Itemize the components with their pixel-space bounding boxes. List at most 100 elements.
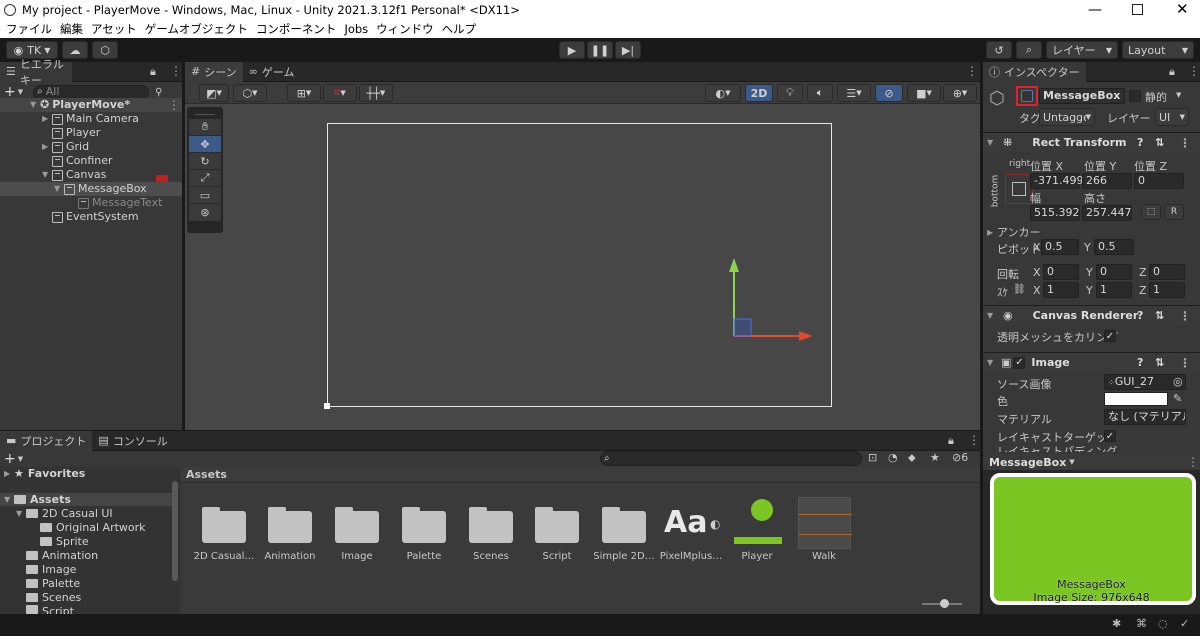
- more-icon[interactable]: ⋮: [1179, 356, 1191, 370]
- status-ok-icon[interactable]: ✓: [1180, 617, 1189, 630]
- pause-button[interactable]: ❚❚: [587, 41, 613, 59]
- tree-item-palette[interactable]: Palette: [26, 577, 80, 590]
- menu-window[interactable]: ウィンドウ: [376, 21, 434, 37]
- tab-scene[interactable]: # シーン: [185, 61, 243, 82]
- hierarchy-item-grid[interactable]: ▶ Grid: [42, 140, 89, 154]
- layers-dropdown[interactable]: レイヤー ▼: [1046, 41, 1118, 59]
- preset-icon[interactable]: ⇅: [1155, 356, 1164, 369]
- help-icon[interactable]: ?: [1137, 136, 1143, 149]
- hidden-objects-button[interactable]: ⊘: [875, 84, 903, 102]
- tree-item-2d-casual-ui[interactable]: ▼ 2D Casual UI: [16, 507, 113, 520]
- anchor-preset-button[interactable]: [1005, 174, 1033, 204]
- rot-y-input[interactable]: 0: [1096, 264, 1132, 280]
- layout-dropdown[interactable]: Layout ▼: [1122, 41, 1194, 59]
- scale-y-input[interactable]: 1: [1096, 282, 1132, 298]
- expand-icon[interactable]: ▼: [16, 509, 26, 518]
- gizmo-orientation-button[interactable]: ⬡ ▼: [233, 84, 267, 102]
- snap-button[interactable]: ⌗ ▼: [323, 84, 357, 102]
- scale-tool[interactable]: ⤢: [189, 170, 221, 187]
- hierarchy-item-confiner[interactable]: Confiner: [52, 154, 113, 168]
- tag-dropdown[interactable]: Untagged▼: [1039, 108, 1095, 126]
- history-button[interactable]: ↺: [986, 41, 1012, 59]
- maximize-button[interactable]: [1132, 4, 1143, 15]
- tab-game[interactable]: ∞ ゲーム: [243, 62, 301, 82]
- gizmo-plane-handle[interactable]: [733, 318, 752, 337]
- width-input[interactable]: 515.3928: [1030, 205, 1080, 221]
- collapse-icon[interactable]: ▼: [987, 358, 997, 367]
- tab-console[interactable]: ▤ コンソール: [92, 431, 173, 451]
- rect-handle[interactable]: [324, 403, 330, 409]
- more-icon[interactable]: ⋮: [968, 433, 980, 447]
- menu-assets[interactable]: アセット: [91, 21, 137, 37]
- hierarchy-item-messagebox[interactable]: ▼ MessageBox: [0, 182, 182, 196]
- help-icon[interactable]: ?: [1137, 309, 1143, 322]
- link-icon[interactable]: ⛓: [1013, 284, 1026, 295]
- hierarchy-item-eventsystem[interactable]: EventSystem: [52, 210, 139, 224]
- gizmo-y-arrow[interactable]: [729, 258, 739, 272]
- chevron-down-icon[interactable]: ▼: [1176, 91, 1181, 99]
- menu-help[interactable]: ヘルプ: [442, 21, 477, 37]
- add-button[interactable]: +: [4, 451, 16, 467]
- play-button[interactable]: ▶: [559, 41, 585, 59]
- object-name-input[interactable]: MessageBox: [1039, 88, 1125, 104]
- toggle-2d-button[interactable]: 2D: [745, 84, 773, 102]
- step-button[interactable]: ▶|: [615, 41, 641, 59]
- assets-root-item[interactable]: ▼ Assets: [0, 493, 172, 506]
- lock-icon[interactable]: 🔒︎: [948, 434, 954, 448]
- scale-x-input[interactable]: 1: [1043, 282, 1079, 298]
- hierarchy-item-messagetext[interactable]: MessageText: [78, 196, 162, 210]
- more-icon[interactable]: ⋮: [170, 64, 182, 78]
- height-input[interactable]: 257.4473: [1082, 205, 1132, 221]
- rot-z-input[interactable]: 0: [1149, 264, 1185, 280]
- audio-button[interactable]: 🔈︎: [807, 84, 833, 102]
- preset-icon[interactable]: ⇅: [1155, 136, 1164, 149]
- collapse-icon[interactable]: ▼: [987, 138, 997, 147]
- more-icon[interactable]: ⋮: [1188, 64, 1200, 78]
- blueprint-button[interactable]: ⬚: [1141, 204, 1161, 220]
- static-checkbox[interactable]: [1129, 90, 1141, 102]
- network-icon[interactable]: ⌘: [1136, 617, 1147, 630]
- expand-icon[interactable]: ▼: [4, 495, 14, 504]
- menu-file[interactable]: ファイル: [6, 21, 52, 37]
- grid-toggle-button[interactable]: ⊞ ▼: [287, 84, 321, 102]
- lock-icon[interactable]: 🔒︎: [1169, 65, 1175, 79]
- transform-tool[interactable]: ⊛: [189, 204, 221, 221]
- rot-x-input[interactable]: 0: [1043, 264, 1079, 280]
- hand-tool[interactable]: ✋︎: [189, 119, 221, 136]
- preview-header[interactable]: MessageBox ▼ ⋮: [983, 454, 1200, 470]
- increment-snap-button[interactable]: ┼┼ ▼: [359, 84, 393, 102]
- tree-scrollbar[interactable]: [172, 481, 178, 581]
- close-button[interactable]: ✕: [1176, 0, 1189, 18]
- effects-button[interactable]: ☰ ▼: [837, 84, 871, 102]
- palette-handle[interactable]: [195, 109, 215, 115]
- expand-icon[interactable]: ▼: [42, 168, 52, 182]
- lock-icon[interactable]: 🔒︎: [150, 65, 156, 79]
- preset-icon[interactable]: ⇅: [1155, 309, 1164, 322]
- active-toggle[interactable]: [1016, 86, 1038, 106]
- source-image-field[interactable]: ⁘GUI_27 ◎: [1104, 374, 1186, 390]
- search-scope-icon[interactable]: ⊡: [868, 451, 877, 464]
- play-preview-icon[interactable]: ◐: [710, 517, 720, 531]
- expand-icon[interactable]: ▶: [42, 112, 52, 126]
- more-icon[interactable]: ⋮: [1179, 309, 1191, 323]
- raw-edit-button[interactable]: R: [1164, 204, 1184, 220]
- rect-transform-header[interactable]: ▼ ⁜ Rect Transform ? ⇅ ⋮: [983, 132, 1200, 152]
- layer-dropdown[interactable]: UI ▼: [1155, 108, 1189, 126]
- rotate-tool[interactable]: ↻: [189, 153, 221, 170]
- gizmos-button[interactable]: ⊕ ▼: [943, 84, 977, 102]
- camera-button[interactable]: ■ ▼: [907, 84, 941, 102]
- draw-mode-button[interactable]: ◩ ▼: [199, 84, 229, 102]
- tree-item-image[interactable]: Image: [26, 563, 76, 576]
- expand-icon[interactable]: ▶: [42, 140, 52, 154]
- help-icon[interactable]: ?: [1137, 356, 1143, 369]
- canvas-renderer-header[interactable]: ▼ ◉ Canvas Renderer ? ⇅ ⋮: [983, 305, 1200, 325]
- more-icon[interactable]: ⋮: [1187, 455, 1199, 469]
- tree-item-original-artwork[interactable]: Original Artwork: [40, 521, 146, 534]
- minimize-button[interactable]: —: [1088, 2, 1102, 18]
- more-icon[interactable]: ⋮: [1179, 136, 1191, 150]
- pos-y-input[interactable]: 266: [1082, 173, 1132, 189]
- tab-inspector[interactable]: ⓘ インスペクター: [983, 61, 1086, 82]
- eyedropper-icon[interactable]: ✎: [1173, 392, 1182, 405]
- anchors-foldout[interactable]: ▶ アンカー: [987, 224, 1041, 240]
- menu-edit[interactable]: 編集: [60, 21, 83, 37]
